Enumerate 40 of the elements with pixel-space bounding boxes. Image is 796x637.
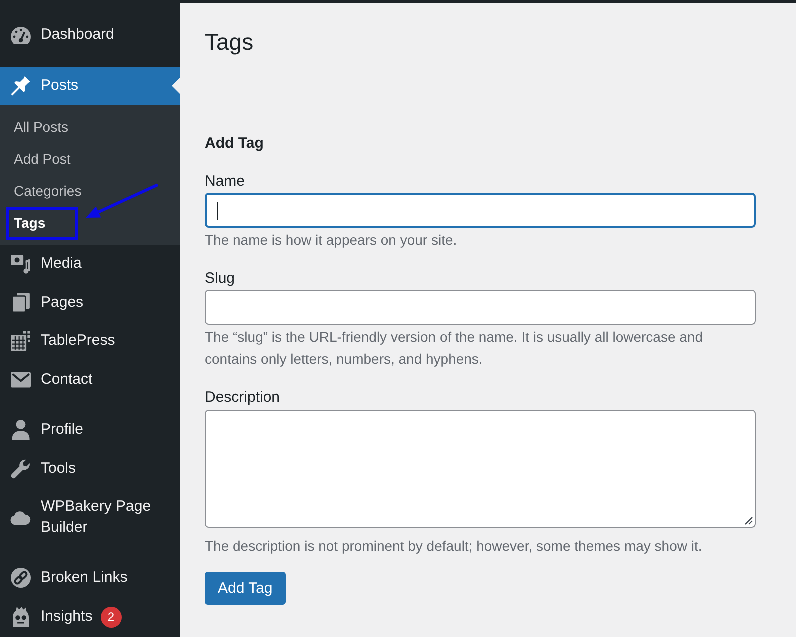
- help-text: The description is not prominent by default; however, some themes may show it.: [205, 537, 704, 556]
- field-label: Slug: [205, 269, 236, 289]
- camera-and-note-icon: [10, 254, 30, 274]
- gauge-icon: [10, 26, 30, 44]
- submenu-item[interactable]: Tags: [14, 213, 46, 233]
- menu-item[interactable]: Broken Links: [0, 559, 180, 598]
- menu-item[interactable]: Media: [0, 245, 180, 284]
- menu-item[interactable]: Posts: [0, 66, 180, 105]
- menu-item[interactable]: Contact: [0, 360, 180, 399]
- person-icon: [12, 420, 30, 440]
- menu-item[interactable]: TablePress: [0, 322, 180, 360]
- stacked-pages-icon: [12, 292, 30, 313]
- menu-item[interactable]: Insights 2: [0, 598, 180, 636]
- form-heading: Add Tag: [205, 134, 265, 154]
- menu-item[interactable]: Dashboard: [0, 16, 180, 54]
- menu-item[interactable]: Tools: [0, 450, 180, 488]
- field-label: Description: [205, 388, 282, 408]
- menu-item[interactable]: Profile: [0, 411, 180, 450]
- submenu-item[interactable]: Add Post: [14, 149, 71, 169]
- pushpin-icon: [10, 76, 30, 96]
- envelope-icon: [10, 372, 30, 388]
- menu-item[interactable]: Pages: [0, 284, 180, 322]
- resize-handle-icon[interactable]: [745, 517, 753, 525]
- submenu-item[interactable]: Categories: [14, 181, 82, 201]
- text-field[interactable]: [205, 193, 756, 228]
- help-text: The “slug” is the URL-friendly version of the name. It is usually all lowercase and contains only letters, numbers, and hyphens.: [205, 328, 704, 369]
- menu-item[interactable]: WPBakery Page Builder: [0, 488, 180, 547]
- add-tag-button[interactable]: Add Tag: [205, 572, 286, 605]
- wrench-icon: [10, 458, 30, 479]
- table-grid-icon: [10, 331, 30, 352]
- text-caret-icon: [217, 202, 218, 220]
- text-field[interactable]: [205, 290, 756, 325]
- count-badge: 2: [100, 606, 122, 628]
- help-text: The name is how it appears on your site.: [205, 231, 458, 250]
- submenu-item[interactable]: All Posts: [14, 117, 68, 137]
- chain-link-badge-icon: [10, 568, 30, 588]
- field-label: Name: [205, 172, 246, 192]
- page-title: Tags: [205, 28, 255, 57]
- mascot-icon: [12, 607, 30, 627]
- cloud-icon: [10, 509, 31, 526]
